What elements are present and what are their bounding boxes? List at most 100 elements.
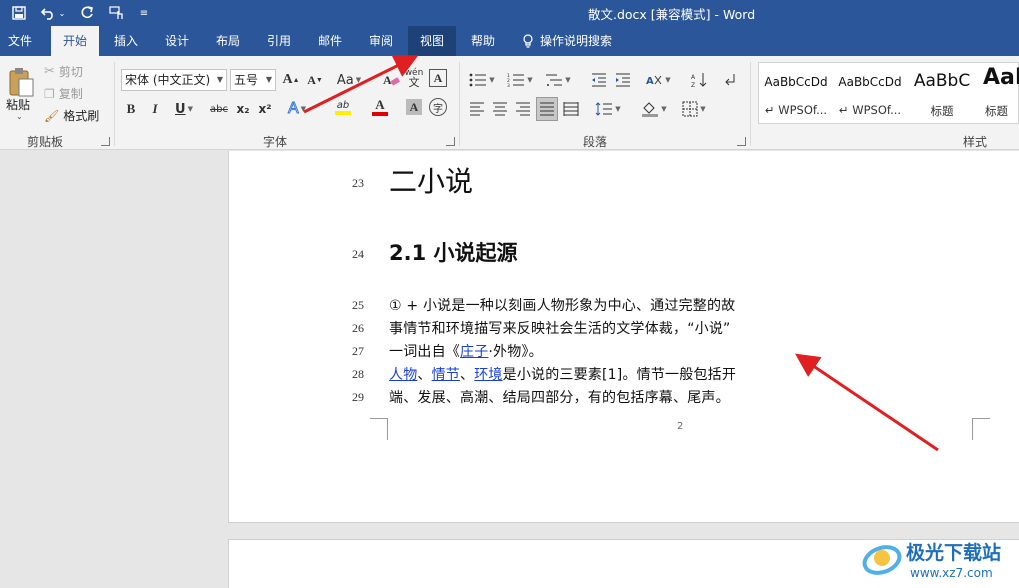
- increase-indent-icon: [616, 73, 630, 87]
- font-launcher-icon[interactable]: [446, 137, 455, 146]
- underline-button[interactable]: U ▼: [170, 98, 198, 120]
- shading-button[interactable]: ▼: [638, 98, 670, 120]
- paintbrush-icon: 🖌: [44, 108, 60, 123]
- style-name: 标题: [985, 104, 1008, 118]
- paragraph-line[interactable]: ① + 小说是一种以刻画人物形象为中心、通过完整的故: [389, 295, 735, 315]
- tab-view[interactable]: 视图: [408, 26, 456, 56]
- font-size-combo[interactable]: 五号 ▼: [230, 69, 276, 91]
- window-title: 散文.docx [兼容模式] - Word: [588, 7, 756, 22]
- tell-me-label: 操作说明搜索: [540, 34, 613, 48]
- line-spacing-button[interactable]: ▼: [592, 98, 624, 120]
- paste-label[interactable]: 粘贴: [6, 96, 30, 113]
- character-border-button[interactable]: A: [429, 69, 447, 87]
- tab-file[interactable]: 文件: [0, 26, 40, 56]
- grow-font-button[interactable]: A ▲: [282, 69, 300, 91]
- line-number: 25: [352, 298, 364, 312]
- save-icon[interactable]: [8, 3, 30, 23]
- bold-button[interactable]: B: [122, 98, 140, 120]
- hyperlink[interactable]: 环境: [474, 367, 502, 383]
- redo-icon[interactable]: [76, 3, 98, 23]
- phonetic-guide-button[interactable]: wén 文: [404, 67, 424, 89]
- multilevel-list-icon: [546, 74, 563, 86]
- style-item[interactable]: AaBbCcDd ↵ WPSOf...: [835, 63, 905, 123]
- multilevel-list-button[interactable]: ▼: [543, 69, 573, 91]
- shrink-font-button[interactable]: A ▼: [306, 69, 324, 91]
- clear-formatting-button[interactable]: A: [380, 69, 402, 91]
- style-sample: AaBbCcDd: [838, 75, 902, 89]
- eraser-icon: A: [383, 73, 400, 87]
- tab-references[interactable]: 引用: [257, 26, 301, 56]
- tab-home[interactable]: 开始: [51, 26, 99, 56]
- decrease-indent-button[interactable]: [589, 69, 609, 91]
- justify-button[interactable]: [536, 97, 558, 121]
- grow-font-icon: A: [282, 72, 293, 87]
- highlight-button[interactable]: ab: [326, 96, 360, 118]
- style-item[interactable]: AaBbCcDd ↵ WPSOf...: [761, 63, 831, 123]
- sort-icon: AZ: [691, 73, 707, 88]
- undo-icon[interactable]: ⌄: [38, 3, 68, 23]
- ribbon: 粘贴 ⌄ ✂ 剪切 ❐ 复制 🖌 格式刷 剪贴板 宋体 (中文正文) ▼ 五号 ▼ …: [0, 56, 1019, 150]
- line-number: 24: [352, 247, 364, 261]
- watermark-logo-icon: [862, 545, 902, 575]
- bullets-button[interactable]: ▼: [467, 69, 497, 91]
- tab-design[interactable]: 设计: [155, 26, 199, 56]
- group-separator: [114, 62, 115, 146]
- style-item[interactable]: AaBbC 标题: [907, 63, 977, 123]
- numbering-icon: 123: [507, 73, 525, 87]
- distributed-button[interactable]: [561, 98, 581, 120]
- font-color-button[interactable]: A: [364, 96, 396, 118]
- superscript-button[interactable]: x²: [256, 98, 274, 120]
- style-item[interactable]: AaB 标题: [979, 63, 1019, 123]
- format-painter-button[interactable]: 🖌 格式刷: [44, 107, 99, 124]
- heading-1[interactable]: 二小说: [389, 160, 473, 200]
- show-marks-button[interactable]: [720, 69, 740, 91]
- italic-button[interactable]: I: [146, 98, 164, 120]
- numbering-button[interactable]: 1 2 3 ▼: [505, 69, 535, 91]
- paint-bucket-icon: [642, 102, 659, 117]
- sort-button[interactable]: AZ: [689, 69, 709, 91]
- shrink-font-icon: A: [307, 72, 316, 87]
- tab-mailings[interactable]: 邮件: [308, 26, 352, 56]
- underline-icon: U: [175, 101, 186, 117]
- copy-button[interactable]: ❐ 复制: [44, 85, 83, 102]
- increase-indent-button[interactable]: [613, 69, 633, 91]
- align-right-icon: [516, 102, 530, 116]
- enclose-characters-button[interactable]: 字: [429, 98, 447, 116]
- tab-layout[interactable]: 布局: [206, 26, 250, 56]
- tell-me-search[interactable]: 操作说明搜索: [522, 26, 612, 56]
- paragraph-line[interactable]: 一词出自《庄子·外物》。: [389, 341, 543, 361]
- paragraph-group-label: 段落: [582, 135, 607, 149]
- chinese-layout-button[interactable]: A ▼: [643, 69, 673, 91]
- paste-dropdown-icon[interactable]: ⌄: [16, 112, 23, 121]
- customize-icon[interactable]: ≡: [136, 3, 152, 23]
- paragraph-mark-icon: [725, 74, 735, 86]
- align-center-button[interactable]: [490, 98, 510, 120]
- align-right-button[interactable]: [513, 98, 533, 120]
- font-name-combo[interactable]: 宋体 (中文正文) ▼: [121, 69, 227, 91]
- change-case-button[interactable]: Aa ▼: [334, 69, 364, 91]
- character-shading-button[interactable]: A: [406, 99, 422, 115]
- hyperlink[interactable]: 人物: [389, 367, 417, 383]
- touch-mode-icon[interactable]: [106, 3, 128, 23]
- hyperlink[interactable]: 情节: [432, 367, 460, 383]
- subscript-button[interactable]: x₂: [234, 98, 252, 120]
- tab-help[interactable]: 帮助: [461, 26, 505, 56]
- clipboard-launcher-icon[interactable]: [101, 137, 110, 146]
- tab-insert[interactable]: 插入: [104, 26, 148, 56]
- tab-review[interactable]: 审阅: [359, 26, 403, 56]
- paragraph-line[interactable]: 端、发展、高潮、结局四部分，有的包括序幕、尾声。: [389, 387, 730, 407]
- strikethrough-button[interactable]: abc: [208, 98, 230, 120]
- bullets-icon: [469, 73, 487, 87]
- heading-2[interactable]: 2.1 小说起源: [389, 237, 518, 267]
- text-effects-button[interactable]: A ▼: [284, 98, 310, 120]
- cut-button[interactable]: ✂ 剪切: [44, 63, 83, 80]
- text-run: 一词出自《: [389, 344, 460, 360]
- align-left-button[interactable]: [467, 98, 487, 120]
- hyperlink[interactable]: 庄子: [460, 344, 488, 360]
- font-group-label: 字体: [262, 135, 287, 149]
- borders-button[interactable]: ▼: [678, 98, 710, 120]
- paragraph-line[interactable]: 事情节和环境描写来反映社会生活的文学体裁，“小说”: [389, 318, 731, 338]
- paragraph-launcher-icon[interactable]: [737, 137, 746, 146]
- paragraph-line[interactable]: 人物、情节、环境是小说的三要素[1]。情节一般包括开: [389, 364, 736, 384]
- group-separator: [750, 62, 751, 146]
